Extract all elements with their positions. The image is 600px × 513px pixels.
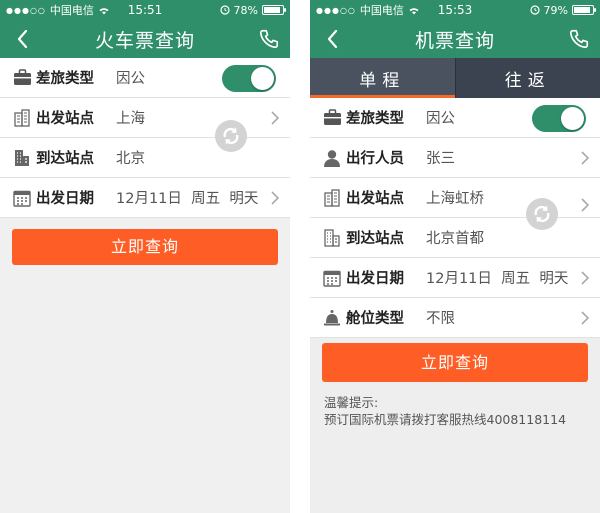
cabin-type-value: 不限 [426,311,455,327]
traveler-row[interactable]: 出行人员 张三 [310,138,600,178]
chevron-right-icon [581,151,590,165]
hint-box: 温馨提示: 预订国际机票请拨打客服热线4008118114 [310,382,600,428]
back-button[interactable] [320,25,344,53]
arrive-station-label: 到达站点 [346,231,404,247]
tab-one-way[interactable]: 单程 [310,58,455,98]
back-button[interactable] [10,25,34,53]
trip-type-label: 差旅类型 [346,111,404,127]
call-service-button[interactable] [256,25,282,53]
depart-station-value: 上海虹桥 [426,191,484,207]
building-icon [12,148,32,168]
person-icon [322,148,342,168]
trip-type-label: 差旅类型 [36,71,94,87]
arrive-station-row[interactable]: 到达站点 北京首都 [310,218,600,258]
traveler-value: 张三 [426,151,455,167]
query-button[interactable]: 立即查询 [12,229,278,265]
chevron-right-icon [271,191,280,205]
screenshots: ●●●○○ 中国电信 15:51 78% 火车票查询 差旅类型 因公 出发站点 … [0,0,600,513]
swap-icon [534,205,550,223]
arrive-station-value: 北京 [116,151,145,167]
tab-round-trip[interactable]: 往返 [454,58,600,98]
traveler-label: 出行人员 [346,151,404,167]
trip-type-toggle[interactable] [532,105,586,132]
arrive-station-label: 到达站点 [36,151,94,167]
calendar-icon [12,188,32,208]
status-bar: ●●●○○ 中国电信 15:51 78% [0,0,290,20]
chevron-left-icon [327,29,338,49]
phone-icon [259,29,279,49]
toggle-knob [251,67,274,90]
swap-stations-button[interactable] [215,120,247,152]
chevron-left-icon [17,29,28,49]
nav-bar: 机票查询 [310,20,600,58]
page-title: 机票查询 [414,29,495,52]
alarm-icon [529,5,540,15]
battery-percent: 78% [233,3,258,17]
building-icon [322,188,342,208]
depart-date-row[interactable]: 出发日期 12月11日 周五 明天 [310,258,600,298]
battery-percent: 79% [543,3,568,17]
depart-date-label: 出发日期 [346,271,404,287]
building-icon [322,228,342,248]
battery-icon [572,5,596,15]
chevron-right-icon [581,271,590,285]
depart-date-value: 12月11日 周五 明天 [116,191,259,207]
toggle-knob [561,107,584,130]
battery-fill [264,7,280,13]
cabin-type-row[interactable]: 舱位类型 不限 [310,298,600,338]
trip-type-row: 差旅类型 因公 [0,58,290,98]
arrive-station-value: 北京首都 [426,231,484,247]
hint-text: 预订国际机票请拨打客服热线4008118114 [324,412,567,427]
depart-station-value: 上海 [116,111,145,127]
swap-icon [223,127,239,145]
swap-stations-button[interactable] [526,198,558,230]
arrive-station-row[interactable]: 到达站点 北京 [0,138,290,178]
trip-tabs: 单程 往返 [310,58,600,98]
query-button[interactable]: 立即查询 [322,343,588,382]
page-title: 火车票查询 [94,29,195,52]
call-service-button[interactable] [566,25,592,53]
depart-station-label: 出发站点 [346,191,404,207]
status-bar: ●●●○○ 中国电信 15:53 79% [310,0,600,20]
cabin-type-label: 舱位类型 [346,311,404,327]
calendar-icon [322,268,342,288]
alarm-icon [219,5,230,15]
nav-bar: 火车票查询 [0,20,290,58]
battery-fill [574,7,590,13]
trip-type-toggle[interactable] [222,65,276,92]
chevron-right-icon [271,111,280,125]
depart-date-value: 12月11日 周五 明天 [426,271,569,287]
chevron-right-icon [581,198,590,212]
bell-icon [322,308,342,328]
battery-icon [262,5,286,15]
trip-type-row: 差旅类型 因公 [310,98,600,138]
phone-icon [569,29,589,49]
train-ticket-screen: ●●●○○ 中国电信 15:51 78% 火车票查询 差旅类型 因公 出发站点 … [0,0,290,513]
briefcase-icon [322,108,342,128]
hint-title: 温馨提示: [324,395,379,410]
chevron-right-icon [581,311,590,325]
building-icon [12,108,32,128]
depart-station-label: 出发站点 [36,111,94,127]
flight-ticket-screen: ●●●○○ 中国电信 15:53 79% 机票查询 单程 往返 差旅类型 因公 … [310,0,600,513]
depart-date-label: 出发日期 [36,191,94,207]
briefcase-icon [12,68,32,88]
depart-date-row[interactable]: 出发日期 12月11日 周五 明天 [0,178,290,218]
